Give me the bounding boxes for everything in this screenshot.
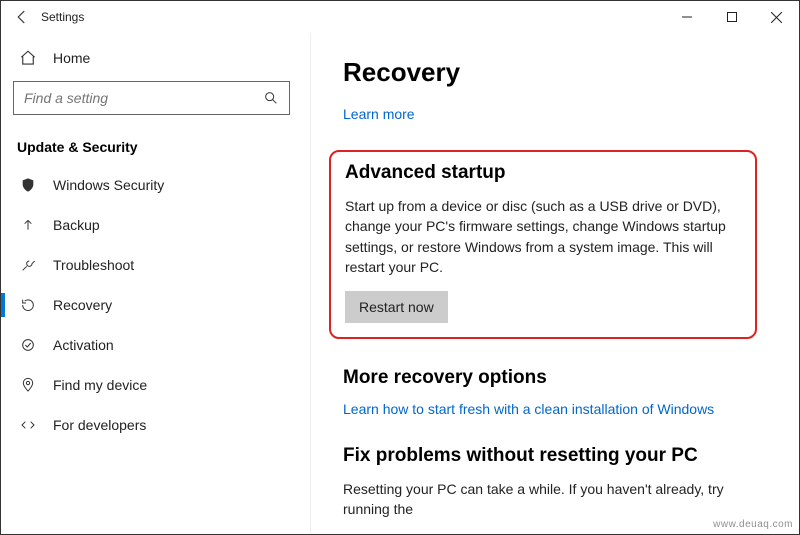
- content-pane: Recovery Learn more Advanced startup Sta…: [311, 33, 799, 534]
- section-header: Update & Security: [13, 133, 290, 165]
- activation-icon: [19, 337, 37, 353]
- page-title: Recovery: [343, 57, 767, 88]
- sidebar-item-label: Activation: [53, 337, 114, 353]
- search-input[interactable]: [24, 90, 263, 106]
- fix-problems-section: Fix problems without resetting your PC R…: [343, 445, 767, 520]
- fix-problems-body: Resetting your PC can take a while. If y…: [343, 479, 767, 520]
- sidebar-item-find-my-device[interactable]: Find my device: [13, 365, 290, 405]
- sidebar-item-label: Windows Security: [53, 177, 164, 193]
- maximize-button[interactable]: [709, 2, 754, 32]
- search-box[interactable]: [13, 81, 290, 115]
- window-controls: [664, 2, 799, 32]
- more-recovery-options-heading: More recovery options: [343, 367, 767, 389]
- advanced-startup-body: Start up from a device or disc (such as …: [345, 196, 741, 277]
- sidebar-item-for-developers[interactable]: For developers: [13, 405, 290, 445]
- advanced-startup-heading: Advanced startup: [345, 162, 741, 184]
- sidebar-item-troubleshoot[interactable]: Troubleshoot: [13, 245, 290, 285]
- sidebar-item-label: Troubleshoot: [53, 257, 134, 273]
- more-recovery-options-section: More recovery options Learn how to start…: [343, 367, 767, 417]
- window-title: Settings: [41, 10, 84, 24]
- sidebar-item-label: Find my device: [53, 377, 147, 393]
- advanced-startup-section: Advanced startup Start up from a device …: [329, 150, 757, 339]
- sidebar-item-activation[interactable]: Activation: [13, 325, 290, 365]
- sidebar-item-label: Backup: [53, 217, 100, 233]
- learn-more-link[interactable]: Learn more: [343, 106, 767, 122]
- fix-problems-heading: Fix problems without resetting your PC: [343, 445, 767, 467]
- watermark: www.deuaq.com: [713, 519, 793, 530]
- sidebar-item-windows-security[interactable]: Windows Security: [13, 165, 290, 205]
- developer-icon: [19, 417, 37, 433]
- nav-home-label: Home: [53, 50, 90, 66]
- wrench-icon: [19, 257, 37, 273]
- sidebar: Home Update & Security Windows Security …: [1, 33, 311, 534]
- home-icon: [19, 49, 37, 67]
- fresh-install-link[interactable]: Learn how to start fresh with a clean in…: [343, 401, 767, 417]
- sidebar-item-backup[interactable]: Backup: [13, 205, 290, 245]
- title-bar: Settings: [1, 1, 799, 33]
- location-icon: [19, 377, 37, 393]
- sidebar-item-label: Recovery: [53, 297, 112, 313]
- back-button[interactable]: [13, 8, 41, 26]
- sidebar-item-recovery[interactable]: Recovery: [13, 285, 290, 325]
- recovery-icon: [19, 297, 37, 313]
- search-icon: [263, 90, 279, 106]
- backup-icon: [19, 217, 37, 233]
- nav-home[interactable]: Home: [13, 41, 290, 81]
- close-button[interactable]: [754, 2, 799, 32]
- sidebar-item-label: For developers: [53, 417, 146, 433]
- restart-now-button[interactable]: Restart now: [345, 291, 448, 323]
- shield-icon: [19, 177, 37, 193]
- minimize-button[interactable]: [664, 2, 709, 32]
